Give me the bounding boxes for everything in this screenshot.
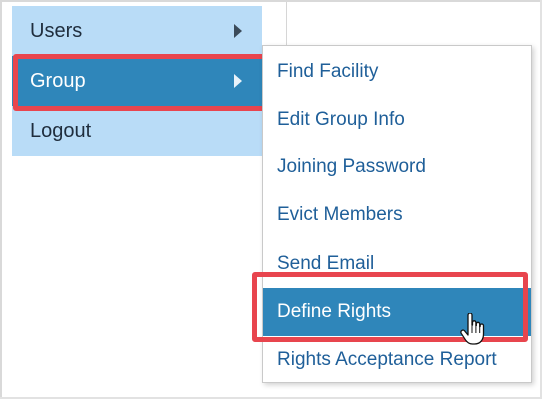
submenu-item-rights-acceptance-report[interactable]: Rights Acceptance Report bbox=[263, 336, 531, 384]
submenu-item-label: Send Email bbox=[277, 253, 375, 274]
main-menu-item-label: Users bbox=[30, 19, 83, 42]
screenshot: Users Group Logout Find Facility Edit Gr… bbox=[0, 0, 542, 399]
submenu-item-label: Edit Group Info bbox=[277, 109, 405, 130]
submenu-item-joining-password[interactable]: Joining Password bbox=[263, 143, 531, 191]
chevron-right-icon bbox=[234, 74, 242, 88]
chevron-right-icon bbox=[234, 24, 242, 38]
frame-top-edge bbox=[0, 0, 542, 2]
submenu-item-define-rights[interactable]: Define Rights bbox=[263, 288, 531, 336]
submenu-item-label: Joining Password bbox=[277, 156, 426, 177]
submenu-item-label: Define Rights bbox=[277, 301, 392, 322]
main-menu-item-label: Group bbox=[30, 69, 86, 92]
main-menu: Users Group Logout bbox=[12, 6, 262, 156]
main-menu-item-group[interactable]: Group bbox=[12, 56, 262, 106]
group-submenu: Find Facility Edit Group Info Joining Pa… bbox=[262, 45, 532, 383]
frame-left-edge bbox=[0, 0, 2, 399]
submenu-item-label: Find Facility bbox=[277, 61, 379, 82]
submenu-item-edit-group-info[interactable]: Edit Group Info bbox=[263, 96, 531, 144]
submenu-item-send-email[interactable]: Send Email bbox=[263, 240, 531, 288]
main-menu-item-label: Logout bbox=[30, 119, 92, 142]
submenu-item-evict-members[interactable]: Evict Members bbox=[263, 191, 531, 239]
submenu-item-label: Rights Acceptance Report bbox=[277, 349, 497, 370]
submenu-item-label: Evict Members bbox=[277, 204, 403, 225]
submenu-item-find-facility[interactable]: Find Facility bbox=[263, 48, 531, 96]
main-menu-item-users[interactable]: Users bbox=[12, 6, 262, 56]
main-menu-item-logout[interactable]: Logout bbox=[12, 106, 262, 156]
